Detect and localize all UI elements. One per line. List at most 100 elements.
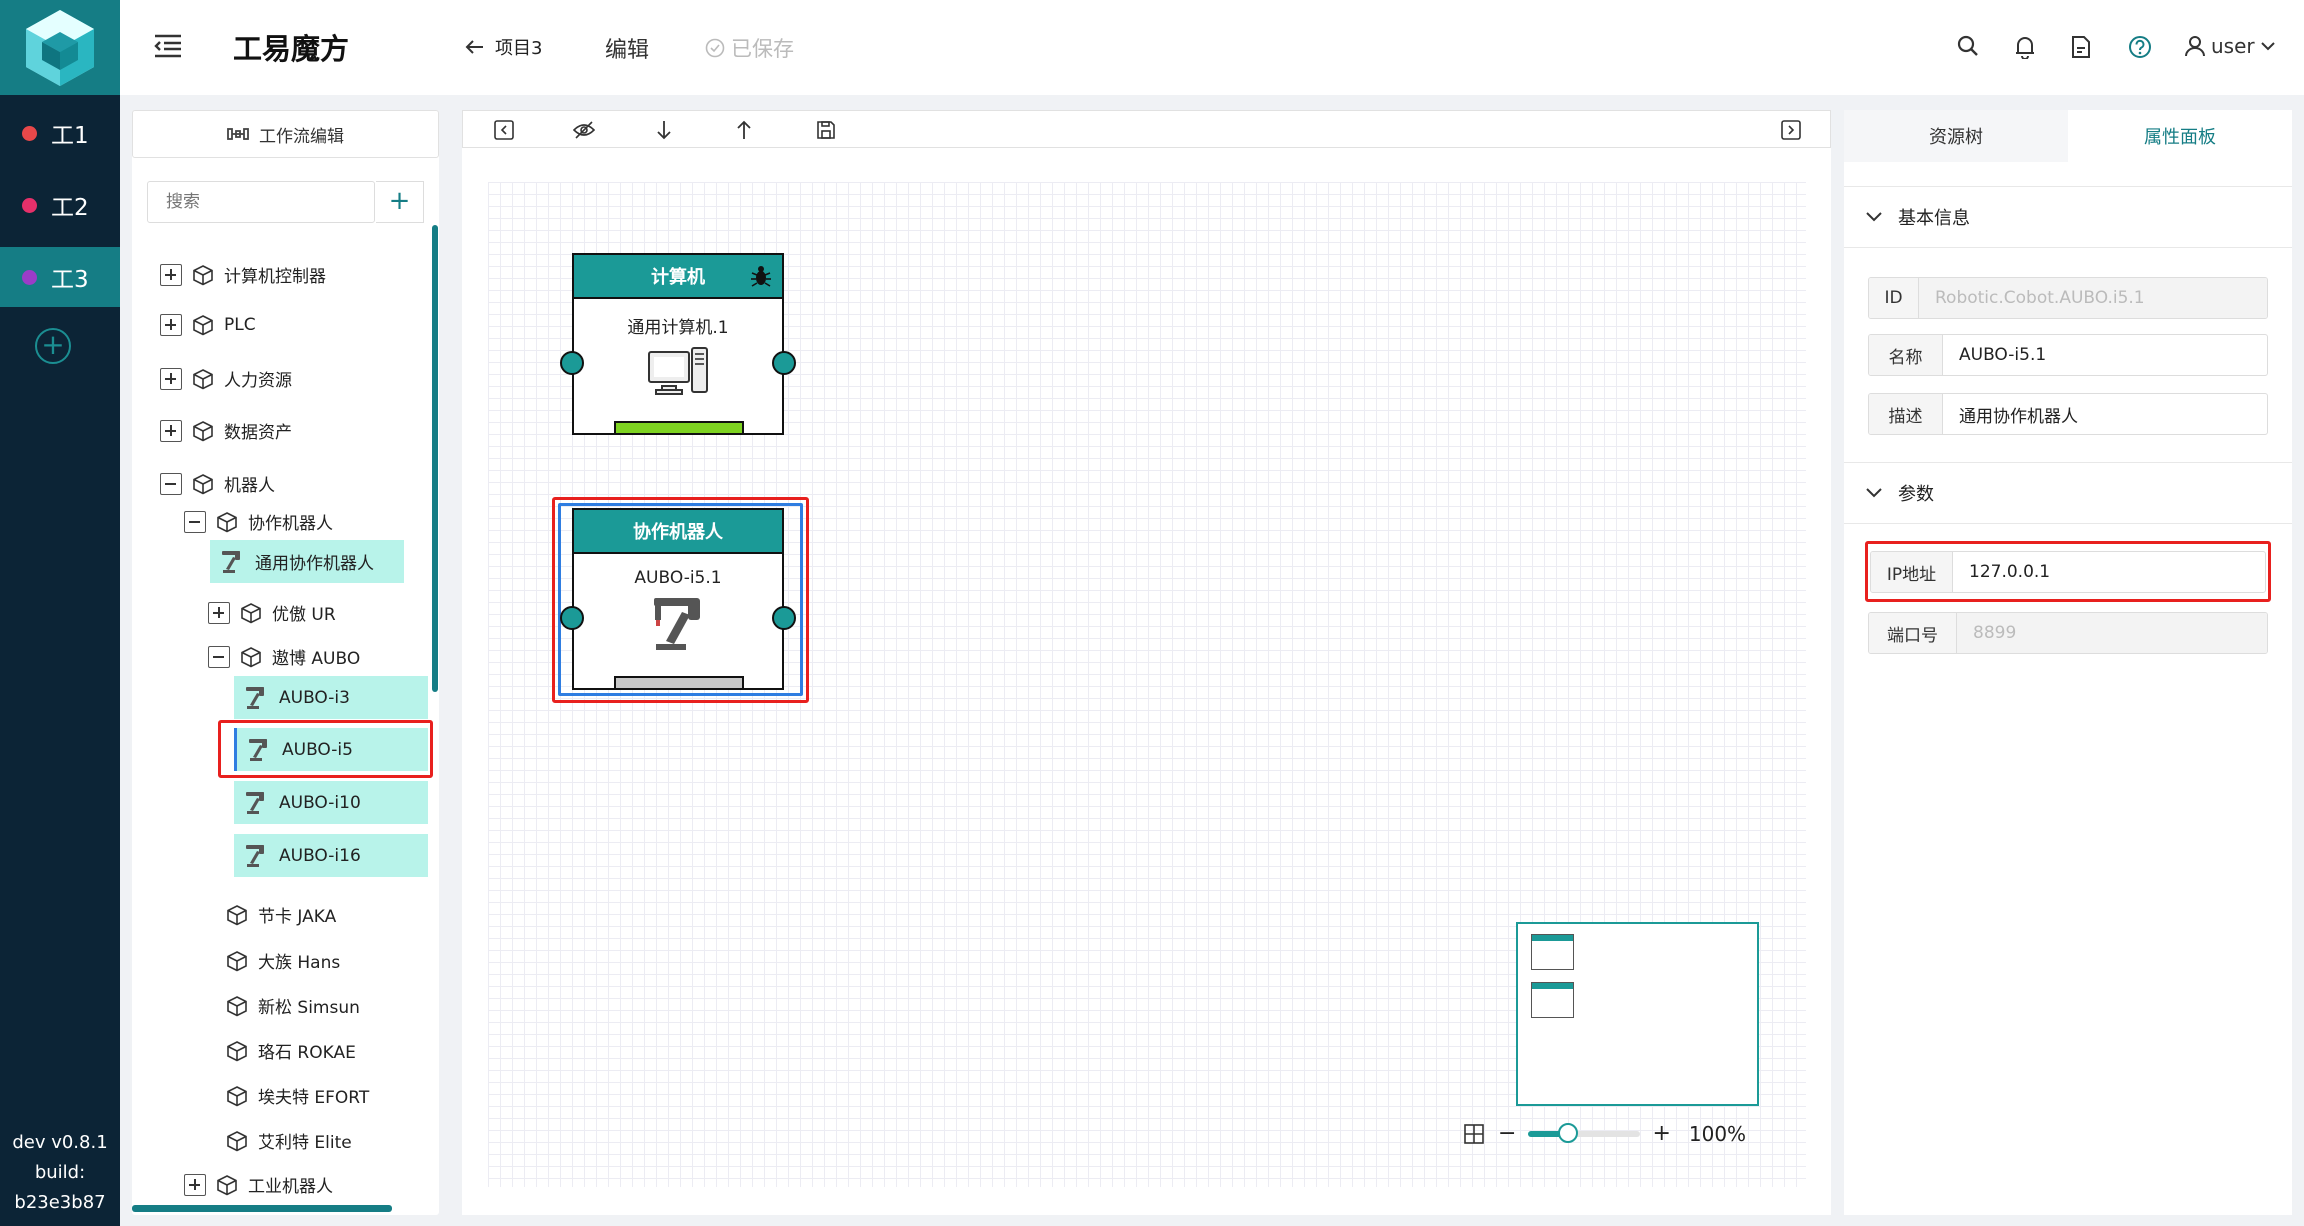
arrow-down-icon[interactable] [655, 120, 673, 140]
user-menu[interactable]: user [2185, 34, 2275, 58]
description-input[interactable]: 通用协作机器人 [1943, 394, 2267, 434]
collapse-right-icon[interactable] [1781, 120, 1801, 140]
tree-leaf-aubo-i16[interactable]: AUBO-i16 [234, 834, 428, 877]
tree-leaf-aubo-i3[interactable]: AUBO-i3 [234, 676, 428, 719]
tree-node-aubo[interactable]: 遨博 AUBO [208, 644, 360, 669]
robot-arm-icon [246, 686, 264, 709]
tree-node-data-assets[interactable]: 数据资产 [160, 418, 292, 443]
tree-leaf-generic-cobot[interactable]: 通用协作机器人 [210, 540, 404, 583]
workspace-tab-3[interactable]: 工3 [0, 247, 120, 307]
check-circle-icon [705, 38, 725, 58]
canvas-minimap[interactable] [1516, 922, 1759, 1106]
tree-node-industrial-robots[interactable]: 工业机器人 [184, 1172, 333, 1197]
collapse-toggle[interactable] [184, 510, 206, 533]
resource-tree-panel: 工作流编辑 + 计算机控制器 PLC 人力资源 数据资产 机器人 协作机器人 通… [132, 110, 439, 1215]
workspace-label: 工2 [51, 195, 89, 221]
tab-resource-tree[interactable]: 资源树 [1844, 110, 2068, 162]
save-icon[interactable] [816, 120, 836, 140]
document-icon[interactable] [2071, 35, 2091, 59]
canvas-toolbar [462, 110, 1831, 148]
build-hash: b23e3b87 [14, 1192, 106, 1213]
tree-node-label: 数据资产 [224, 423, 292, 443]
workspace-tab-1[interactable]: 工1 [0, 103, 120, 163]
package-icon [241, 602, 261, 623]
tree-node-rokae[interactable]: 珞石 ROKAE [226, 1038, 356, 1063]
section-basic-info[interactable]: 基本信息 [1844, 186, 2292, 248]
robot-arm-icon [654, 598, 700, 650]
collapse-toggle[interactable] [160, 472, 182, 495]
input-port[interactable] [560, 606, 584, 630]
tree-node-hans[interactable]: 大族 Hans [226, 948, 340, 973]
tree-scrollbar[interactable] [432, 225, 438, 692]
expand-toggle[interactable] [208, 601, 230, 624]
tree-node-jaka[interactable]: 节卡 JAKA [226, 902, 336, 927]
tree-node-plc[interactable]: PLC [160, 314, 256, 336]
tree-node-elite[interactable]: 艾利特 Elite [226, 1128, 352, 1153]
add-resource-button[interactable]: + [376, 181, 424, 223]
expand-toggle[interactable] [160, 419, 182, 442]
zoom-in-button[interactable]: + [1652, 1121, 1670, 1146]
collapse-left-icon[interactable] [494, 120, 514, 140]
section-params[interactable]: 参数 [1844, 462, 2292, 524]
tree-node-computer-controller[interactable]: 计算机控制器 [160, 262, 326, 287]
back-to-project-button[interactable]: 项目3 [465, 34, 542, 60]
tree-node-robots[interactable]: 机器人 [160, 471, 275, 496]
user-name: user [2211, 34, 2255, 58]
app-logo[interactable] [0, 0, 120, 95]
package-icon [227, 950, 247, 971]
tree-node-label: 遨博 AUBO [272, 649, 361, 669]
arrow-up-icon[interactable] [735, 120, 753, 140]
zoom-slider-thumb[interactable] [1557, 1122, 1578, 1143]
section-title: 基本信息 [1898, 208, 1970, 229]
help-icon[interactable] [2128, 35, 2152, 59]
add-workspace-button[interactable]: + [35, 328, 71, 364]
tree-node-universal-robots[interactable]: 优傲 UR [208, 600, 336, 625]
tree-node-label: 机器人 [224, 476, 275, 496]
workspace-color-dot [22, 269, 37, 285]
name-input[interactable]: AUBO-i5.1 [1943, 335, 2267, 375]
workspace-color-dot [22, 125, 37, 141]
expand-toggle[interactable] [184, 1173, 206, 1196]
node-header: 协作机器人 [574, 510, 782, 554]
zoom-out-button[interactable]: − [1498, 1121, 1516, 1146]
user-icon [2185, 36, 2205, 57]
fit-view-icon[interactable] [1464, 1123, 1484, 1144]
workspace-rail: 工1 工2 工3 + dev v0.8.1 build: b23e3b87 [0, 0, 120, 1226]
top-bar: 工易魔方 项目3 编辑 已保存 user [120, 0, 2304, 95]
tree-node-label: AUBO-i10 [279, 792, 361, 813]
node-status-bar [614, 676, 744, 688]
tab-properties[interactable]: 属性面板 [2068, 110, 2292, 162]
input-port[interactable] [560, 351, 584, 375]
output-port[interactable] [772, 351, 796, 375]
workspace-tab-2[interactable]: 工2 [0, 175, 120, 235]
bug-icon[interactable] [750, 264, 772, 288]
search-input[interactable] [147, 181, 375, 223]
menu-collapse-icon[interactable] [154, 33, 182, 59]
tree-node-human-resources[interactable]: 人力资源 [160, 366, 292, 391]
app-title: 工易魔方 [233, 32, 350, 66]
tree-node-label: 节卡 JAKA [258, 907, 337, 927]
expand-toggle[interactable] [160, 263, 182, 286]
expand-toggle[interactable] [160, 367, 182, 390]
field-id: ID Robotic.Cobot.AUBO.i5.1 [1868, 277, 2268, 319]
zoom-slider[interactable] [1528, 1122, 1641, 1143]
robot-arm-icon [246, 844, 264, 867]
workflow-edit-button[interactable]: 工作流编辑 [132, 110, 439, 158]
eye-off-icon[interactable] [573, 120, 595, 140]
node-status-bar [614, 421, 744, 433]
edit-menu[interactable]: 编辑 [605, 32, 649, 64]
output-port[interactable] [772, 606, 796, 630]
tree-node-cobots[interactable]: 协作机器人 [184, 509, 333, 534]
bell-icon[interactable] [2014, 35, 2036, 59]
tree-node-efort[interactable]: 埃夫特 EFORT [226, 1083, 369, 1108]
tree-horizontal-scrollbar[interactable] [132, 1205, 392, 1212]
tree-leaf-aubo-i10[interactable]: AUBO-i10 [234, 781, 428, 824]
search-icon[interactable] [1957, 35, 1979, 57]
workflow-node-cobot[interactable]: 协作机器人 AUBO-i5.1 [560, 508, 796, 690]
workflow-node-computer[interactable]: 计算机 通用计算机.1 [560, 253, 796, 435]
collapse-toggle[interactable] [208, 645, 230, 668]
tree-node-label: 珞石 ROKAE [258, 1043, 356, 1063]
tree-node-simsun[interactable]: 新松 Simsun [226, 993, 360, 1018]
cube-logo-icon [26, 9, 94, 86]
expand-toggle[interactable] [160, 314, 182, 336]
